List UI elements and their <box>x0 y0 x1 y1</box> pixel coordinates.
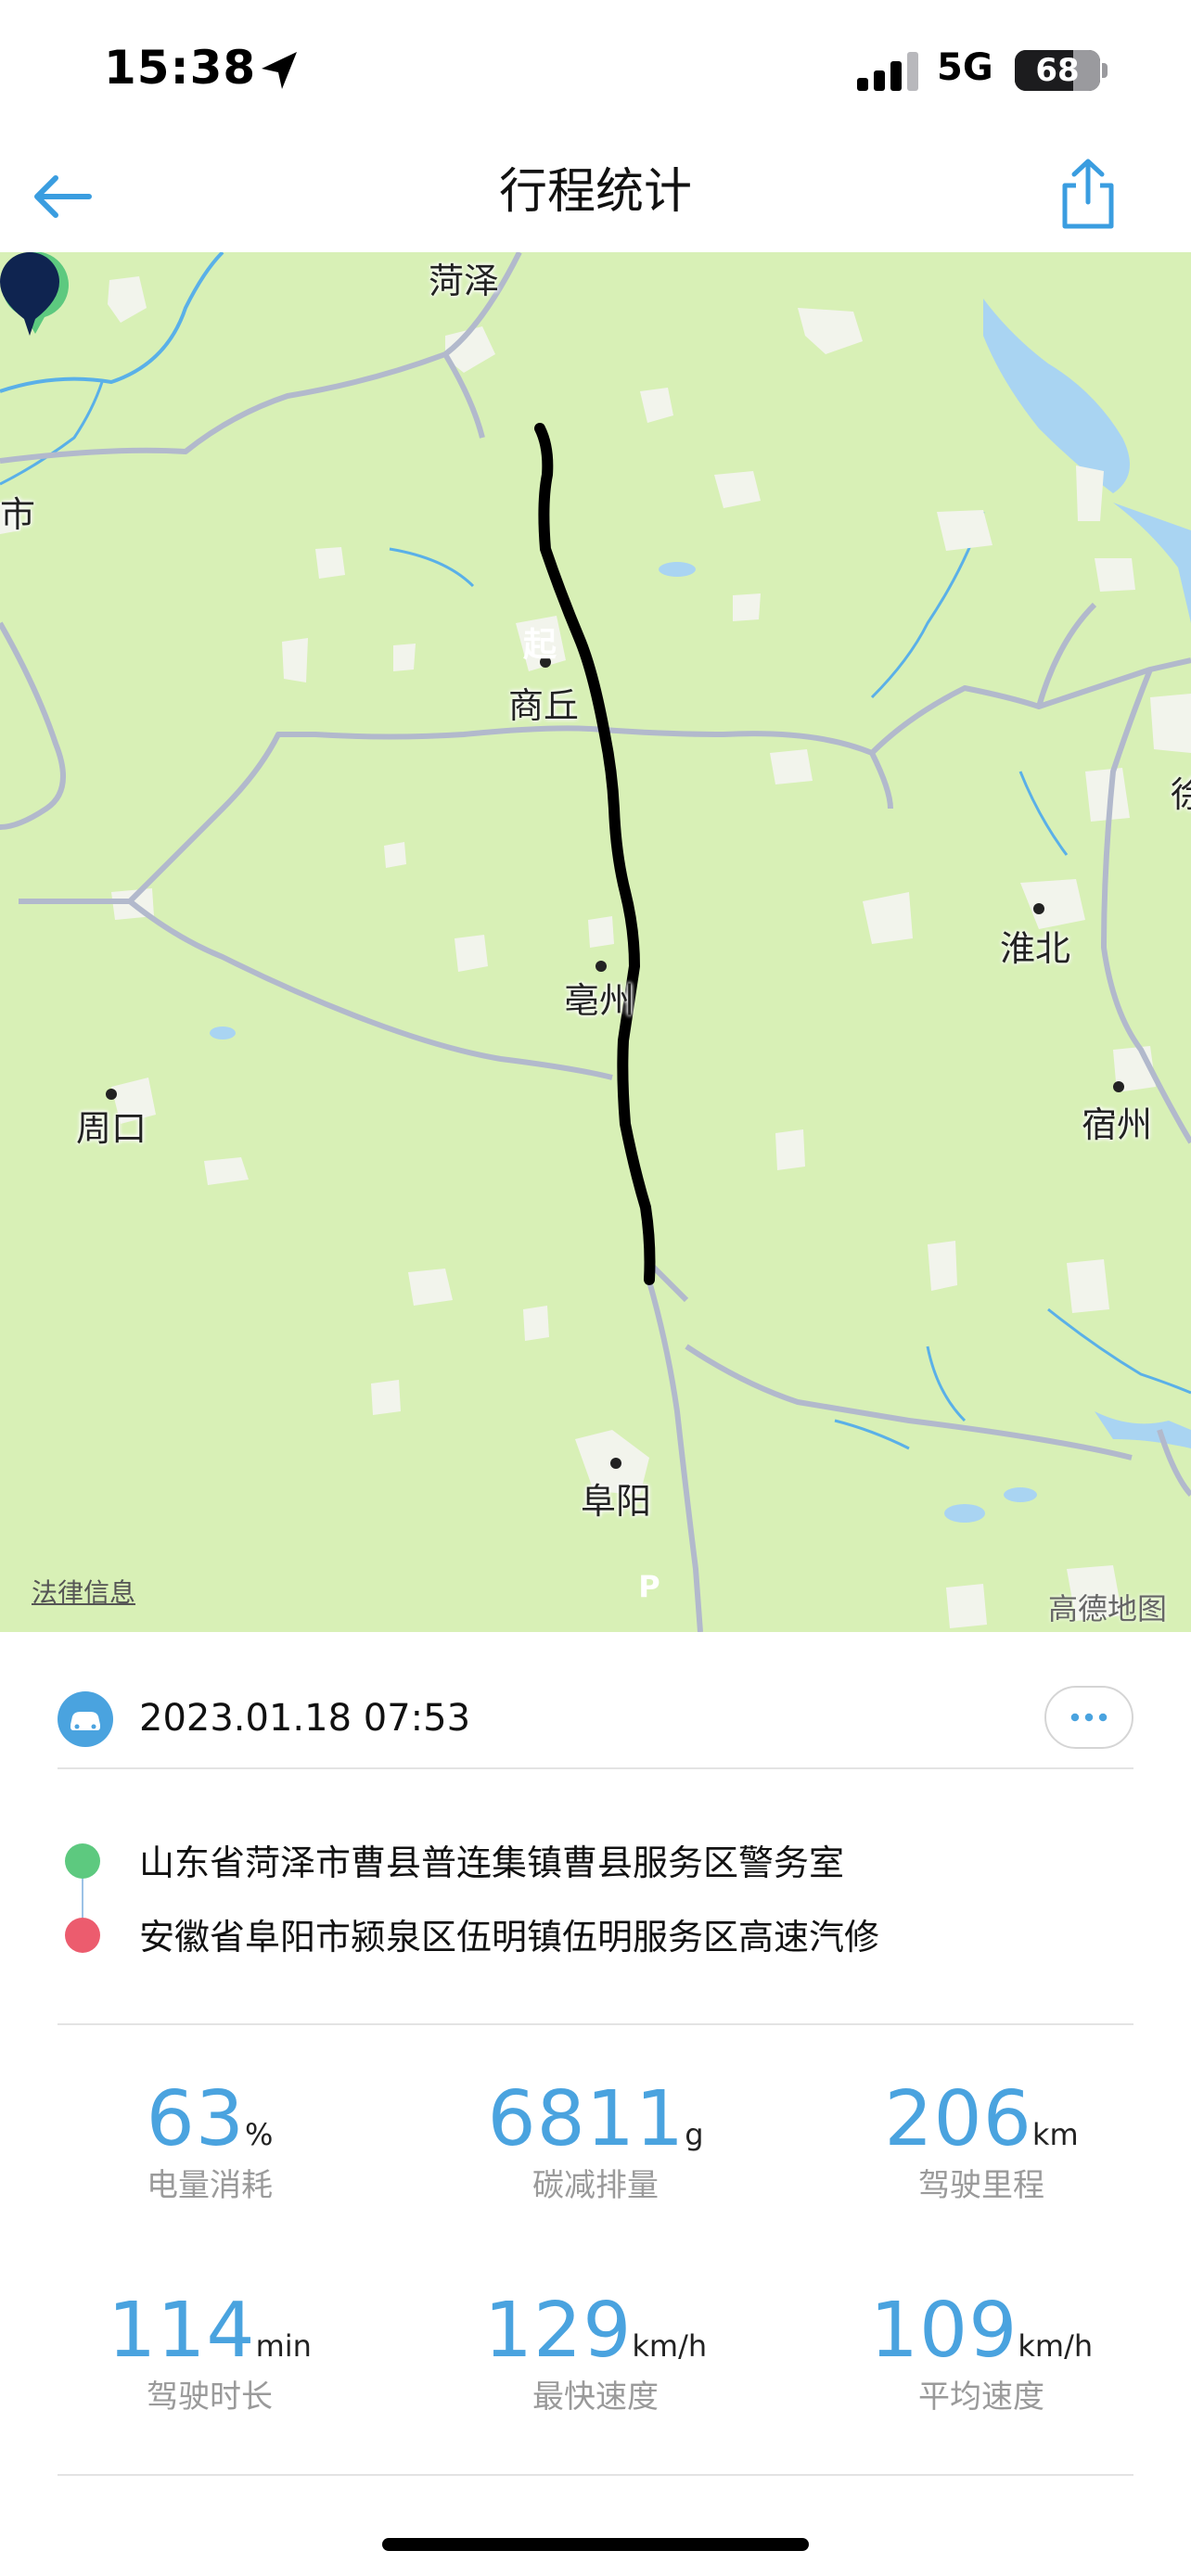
city-label-huaibei: 淮北 <box>1000 928 1071 969</box>
stat-unit: km <box>1031 2117 1079 2152</box>
city-label-bozhou: 亳州 <box>564 980 635 1021</box>
network-type: 5G <box>937 46 993 89</box>
more-options-icon[interactable] <box>1044 1686 1133 1749</box>
city-label-zhoukou: 周口 <box>76 1108 147 1149</box>
divider <box>58 2474 1133 2476</box>
legal-info-link[interactable]: 法律信息 <box>32 1573 135 1610</box>
stat-unit: min <box>255 2328 312 2364</box>
stat-label: 最快速度 <box>532 2378 659 2416</box>
stat-label: 平均速度 <box>918 2378 1044 2416</box>
trip-header: 2023.01.18 07:53 <box>58 1686 1133 1771</box>
trip-map[interactable]: 菏泽 市 商丘 徐 淮北 亳州 周口 宿州 阜阳 起 P 法律信息 高德地图 <box>0 252 1191 1632</box>
route-connector <box>82 1879 83 1918</box>
end-dot <box>65 1918 100 1953</box>
end-pin-label: P <box>638 1569 660 1604</box>
stat-value: 206 <box>884 2075 1032 2163</box>
share-icon[interactable] <box>1054 154 1122 232</box>
divider <box>58 1767 1133 1769</box>
battery-tip <box>1102 63 1108 78</box>
location-arrow-icon <box>262 52 297 89</box>
stat-value: 129 <box>483 2287 633 2375</box>
city-label-fuyang: 阜阳 <box>581 1481 652 1522</box>
page-title: 行程统计 <box>498 164 692 220</box>
stat-value: 109 <box>869 2287 1018 2375</box>
map-brand-logo: 高德地图 <box>1048 1591 1168 1626</box>
status-time: 15:38 <box>104 41 257 95</box>
stat-unit: g <box>685 2117 704 2152</box>
start-dot <box>65 1843 100 1879</box>
city-label-edge-left: 市 <box>0 494 36 535</box>
stat-value: 63 <box>146 2075 245 2163</box>
start-marker-label: 起 <box>522 626 557 664</box>
stat-label: 驾驶时长 <box>147 2378 273 2416</box>
stat-label: 驾驶里程 <box>918 2167 1044 2204</box>
stat-energy: 63% 电量消耗 <box>15 2075 404 2214</box>
stat-value: 114 <box>108 2287 256 2375</box>
divider <box>58 2023 1133 2025</box>
end-address: 安徽省阜阳市颍泉区伍明镇伍明服务区高速汽修 <box>139 1917 880 1958</box>
stat-unit: km/h <box>1018 2328 1094 2364</box>
stat-max-speed: 129km/h 最快速度 <box>401 2287 790 2426</box>
stat-carbon: 6811g 碳减排量 <box>401 2075 790 2214</box>
stat-label: 碳减排量 <box>532 2167 659 2204</box>
city-label-shangqiu: 商丘 <box>508 685 580 726</box>
battery-icon: 68 <box>1015 50 1100 91</box>
stat-unit: % <box>244 2117 274 2152</box>
route-addresses: 山东省菏泽市曹县普连集镇曹县服务区警务室 安徽省阜阳市颍泉区伍明镇伍明服务区高速… <box>58 1827 1133 1958</box>
city-label-suzhou: 宿州 <box>1082 1104 1153 1145</box>
start-address: 山东省菏泽市曹县普连集镇曹县服务区警务室 <box>139 1843 845 1883</box>
battery-percent: 68 <box>1035 52 1080 89</box>
signal-icon <box>857 52 918 91</box>
stat-label: 电量消耗 <box>147 2167 273 2204</box>
trip-datetime: 2023.01.18 07:53 <box>139 1697 471 1740</box>
city-label-heze: 菏泽 <box>429 261 500 301</box>
stat-duration: 114min 驾驶时长 <box>15 2287 404 2426</box>
stat-distance: 206km 驾驶里程 <box>787 2075 1176 2214</box>
stat-unit: km/h <box>632 2328 708 2364</box>
end-pin-icon[interactable] <box>0 252 59 338</box>
city-label-edge-right: 徐 <box>1171 774 1191 815</box>
nav-bar: 行程统计 <box>0 139 1191 252</box>
home-indicator[interactable] <box>382 2538 809 2551</box>
stat-avg-speed: 109km/h 平均速度 <box>787 2287 1176 2426</box>
stat-value: 6811 <box>487 2075 685 2163</box>
car-icon <box>58 1691 113 1747</box>
status-bar: 15:38 5G 68 <box>0 0 1191 139</box>
